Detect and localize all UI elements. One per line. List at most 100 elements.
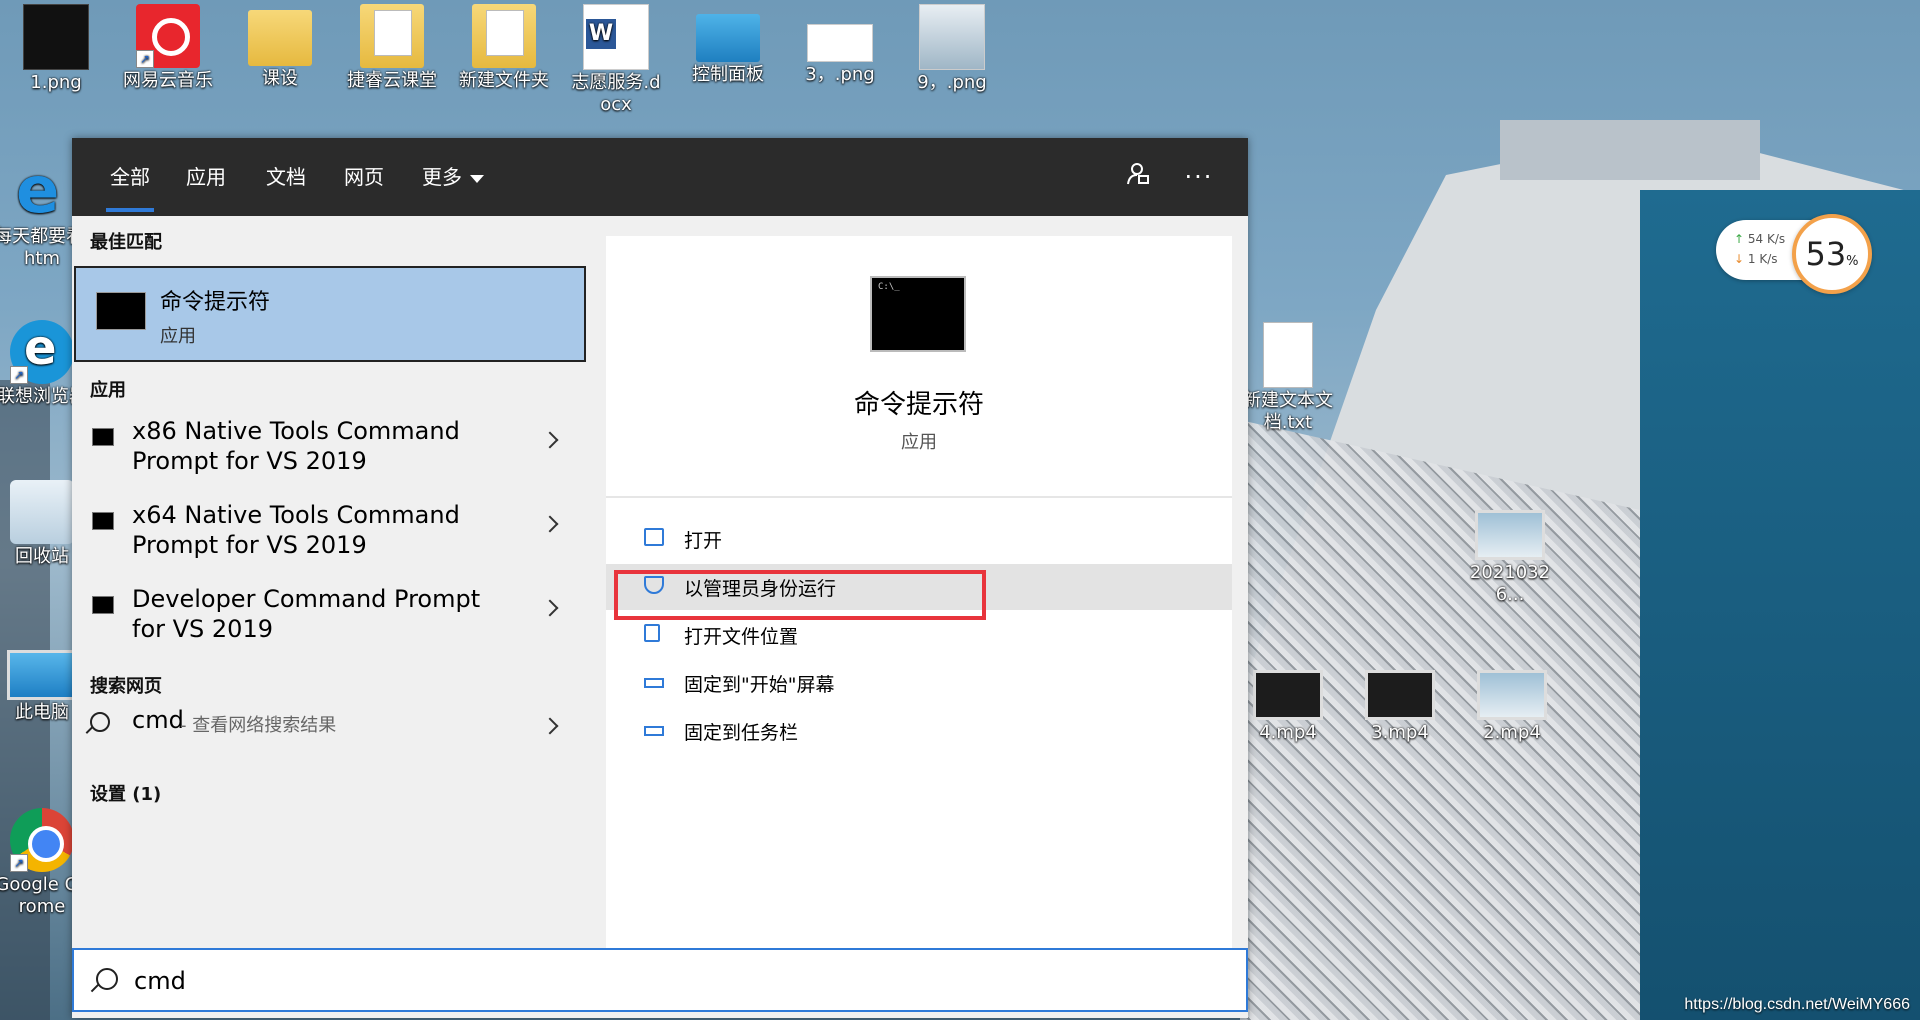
search-icon (90, 712, 110, 732)
tab-web[interactable]: 网页 (344, 164, 384, 190)
video-file-icon (1365, 670, 1435, 720)
action-open-file-location[interactable]: 打开文件位置 (606, 612, 1232, 658)
internet-explorer-icon (10, 154, 74, 228)
chrome-icon: ↗ (10, 808, 74, 872)
command-prompt-icon (92, 512, 114, 530)
desktop-icon-2-mp4[interactable]: 2.mp4 (1464, 660, 1560, 744)
preview-pane: 命令提示符 应用 打开 以管理员身份运行 打开文件位置 固定到"开始"屏幕 固定… (606, 236, 1232, 948)
app-result-developer[interactable]: Developer Command Prompt for VS 2019 (72, 584, 588, 664)
folder-icon (472, 4, 536, 68)
tab-documents[interactable]: 文档 (266, 164, 306, 190)
upload-speed: ↑ 54 K/s (1734, 232, 1786, 246)
action-pin-to-start[interactable]: 固定到"开始"屏幕 (606, 660, 1232, 706)
image-file-icon (23, 4, 89, 70)
tab-apps[interactable]: 应用 (186, 164, 226, 190)
search-icon (96, 968, 118, 990)
desktop-icon-jierui-folder[interactable]: 捷睿云课堂 (344, 4, 440, 92)
command-prompt-icon (870, 276, 966, 352)
shortcut-arrow-icon: ↗ (10, 854, 28, 872)
app-result-x86[interactable]: x86 Native Tools Command Prompt for VS 2… (72, 416, 588, 496)
desktop-icon-1-png[interactable]: 1.png (8, 4, 104, 94)
search-input[interactable] (132, 960, 1216, 1002)
best-match-title: 命令提示符 (160, 290, 271, 315)
chevron-down-icon (470, 174, 484, 183)
folder-icon (248, 10, 312, 66)
open-icon (644, 528, 664, 546)
control-panel-icon (696, 14, 760, 62)
folder-icon (360, 4, 424, 68)
video-file-icon (1477, 670, 1547, 720)
action-pin-to-taskbar[interactable]: 固定到任务栏 (606, 708, 1232, 754)
feedback-icon[interactable] (1120, 160, 1154, 194)
up-arrow-icon: ↑ (1734, 232, 1745, 246)
desktop-icon-3-mp4[interactable]: 3.mp4 (1352, 660, 1448, 744)
preview-title: 命令提示符 (853, 390, 984, 420)
pin-icon (644, 678, 664, 688)
desktop-icon-netease-music[interactable]: ↗ 网易云音乐 (120, 4, 216, 92)
chevron-right-icon[interactable] (541, 515, 559, 533)
netease-music-icon: ↗ (136, 4, 200, 68)
results-list: 最佳匹配 命令提示符 应用 应用 x86 Native Tools Comman… (72, 216, 588, 948)
command-prompt-icon (96, 292, 146, 330)
desktop-icon-3-png[interactable]: 3，.png (792, 4, 888, 86)
chevron-right-icon[interactable] (541, 599, 559, 617)
shortcut-arrow-icon: ↗ (10, 366, 28, 384)
image-file-icon (919, 4, 985, 70)
desktop-icon-kese-folder[interactable]: 课设 (232, 4, 328, 90)
preview-subtitle: 应用 (901, 432, 937, 453)
file-location-icon (644, 624, 660, 642)
best-match-header: 最佳匹配 (90, 232, 162, 253)
app-result-label: x64 Native Tools Command Prompt for VS 2… (132, 501, 460, 559)
search-bar[interactable] (72, 948, 1248, 1012)
web-search-item[interactable]: cmd - 查看网络搜索结果 (72, 706, 588, 752)
web-search-query: cmd (132, 706, 184, 734)
pin-icon (644, 726, 664, 736)
search-filter-bar: 全部 应用 文档 网页 更多 ··· (72, 138, 1248, 216)
app-result-label: Developer Command Prompt for VS 2019 (132, 585, 481, 643)
tab-all[interactable]: 全部 (106, 164, 154, 212)
network-speed-widget[interactable]: ↑ 54 K/s ↓ 1 K/s 53% (1716, 214, 1872, 294)
preview-header: 命令提示符 应用 (606, 236, 1232, 498)
down-arrow-icon: ↓ (1734, 252, 1745, 266)
image-file-icon (807, 24, 873, 62)
wallpaper-roof (1500, 120, 1760, 180)
chevron-right-icon[interactable] (541, 717, 559, 735)
browser-icon: ↗ (10, 320, 74, 384)
shield-icon (644, 576, 664, 594)
shortcut-arrow-icon: ↗ (136, 50, 154, 68)
desktop-icon-new-folder[interactable]: 新建文件夹 (456, 4, 552, 92)
command-prompt-icon (92, 428, 114, 446)
desktop-icon-video-20210326[interactable]: 20210326... (1462, 500, 1558, 606)
tab-more-label: 更多 (422, 165, 462, 189)
desktop-icon-control-panel[interactable]: 控制面板 (680, 4, 776, 86)
feedback-icon-svg (1127, 163, 1149, 185)
download-speed: ↓ 1 K/s (1734, 252, 1778, 266)
apps-header: 应用 (90, 380, 126, 401)
web-search-hint: - 查看网络搜索结果 (180, 715, 337, 736)
chevron-right-icon[interactable] (541, 431, 559, 449)
desktop-icon-volunteer-docx[interactable]: 志愿服务.docx (568, 4, 664, 116)
command-prompt-icon (92, 596, 114, 614)
best-match-subtitle: 应用 (160, 326, 196, 347)
app-result-label: x86 Native Tools Command Prompt for VS 2… (132, 417, 460, 475)
web-search-header: 搜索网页 (90, 676, 162, 697)
desktop-icon-9-png[interactable]: 9，.png (904, 4, 1000, 94)
word-document-icon (583, 4, 649, 70)
desktop-icon-4-mp4[interactable]: 4.mp4 (1240, 660, 1336, 744)
app-result-x64[interactable]: x64 Native Tools Command Prompt for VS 2… (72, 500, 588, 580)
action-open[interactable]: 打开 (606, 516, 1232, 562)
text-file-icon (1263, 322, 1313, 388)
action-run-as-admin[interactable]: 以管理员身份运行 (606, 564, 1232, 610)
best-match-item[interactable]: 命令提示符 应用 (74, 266, 586, 362)
settings-header[interactable]: 设置 (1) (90, 780, 161, 806)
recycle-bin-icon (10, 480, 74, 544)
more-options-icon[interactable]: ··· (1182, 160, 1216, 194)
wallpaper-blue-wall (1640, 190, 1920, 1020)
desktop-icon-new-text[interactable]: 新建文本文档.txt (1240, 322, 1336, 434)
watermark: https://blog.csdn.net/WeiMY666 (1684, 996, 1910, 1013)
video-file-icon (1475, 510, 1545, 560)
video-file-icon (1253, 670, 1323, 720)
memory-usage-gauge: 53% (1792, 214, 1872, 294)
start-search-panel: 全部 应用 文档 网页 更多 ··· 最佳匹配 命令提示符 应用 应用 x86 … (72, 138, 1248, 1018)
tab-more[interactable]: 更多 (422, 164, 484, 190)
